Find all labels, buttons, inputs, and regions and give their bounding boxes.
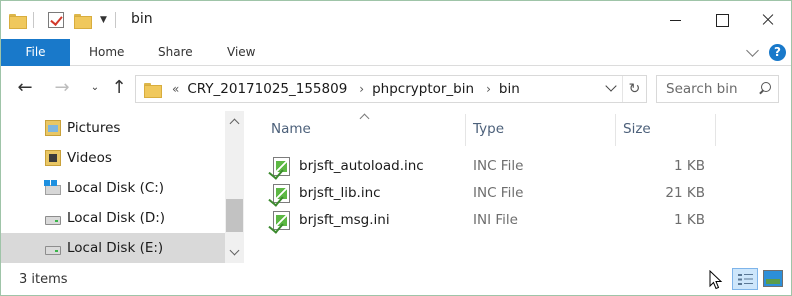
divider — [114, 12, 116, 28]
quick-access-toolbar: ▼ — [9, 10, 124, 30]
scrollbar-thumb[interactable] — [226, 199, 243, 232]
forward-button[interactable]: → — [52, 78, 72, 98]
drive-icon — [45, 216, 61, 225]
sort-ascending-icon — [359, 111, 369, 119]
nav-item-label: Pictures — [67, 120, 121, 136]
scroll-down-icon[interactable] — [225, 244, 244, 261]
tab-file[interactable]: File — [1, 39, 70, 66]
column-header-name[interactable]: Name — [271, 117, 311, 141]
windows-drive-icon — [44, 180, 61, 195]
search-box — [656, 75, 779, 103]
navigation-bar: ← → ⌄ ↑ « CRY_20171025_155809 › phpcrypt… — [1, 67, 791, 111]
ribbon-tabs: File Home Share View ? — [1, 39, 791, 66]
file-type: INC File — [473, 185, 524, 201]
file-icon — [273, 211, 290, 230]
help-button[interactable]: ? — [769, 44, 786, 61]
details-view-button[interactable] — [732, 268, 758, 290]
breadcrumb-item[interactable]: bin — [499, 81, 520, 97]
customize-toolbar-icon[interactable]: ▼ — [100, 15, 107, 25]
window-controls — [653, 1, 791, 39]
file-row[interactable]: brjsft_autoload.inc INC File 1 KB — [269, 153, 729, 180]
back-button[interactable]: ← — [15, 78, 35, 98]
navigation-pane: Pictures Videos Local Disk (C:) Local Di… — [1, 111, 244, 263]
column-divider[interactable] — [615, 114, 616, 146]
pictures-folder-icon — [45, 120, 61, 136]
folder-icon — [9, 13, 27, 29]
column-header-type[interactable]: Type — [473, 117, 504, 141]
new-folder-icon[interactable] — [74, 13, 92, 29]
file-name: brjsft_lib.inc — [299, 185, 381, 201]
tab-share[interactable]: Share — [158, 39, 193, 66]
up-button[interactable]: ↑ — [109, 78, 129, 98]
nav-item-local-disk-d[interactable]: Local Disk (D:) — [1, 203, 225, 233]
tab-home[interactable]: Home — [89, 39, 124, 66]
minimize-button[interactable] — [653, 1, 699, 39]
recent-locations-icon[interactable]: ⌄ — [85, 78, 105, 98]
scroll-up-icon[interactable] — [225, 113, 244, 130]
nav-item-label: Videos — [67, 150, 112, 166]
nav-item-local-disk-e[interactable]: Local Disk (E:) — [1, 233, 225, 263]
videos-folder-icon — [45, 150, 61, 166]
breadcrumb-item[interactable]: phpcryptor_bin — [372, 81, 474, 97]
nav-item-videos[interactable]: Videos — [1, 143, 225, 173]
search-icon[interactable] — [758, 82, 771, 95]
column-header-size[interactable]: Size — [623, 117, 651, 141]
breadcrumb-item[interactable]: CRY_20171025_155809 — [187, 81, 347, 97]
properties-icon[interactable] — [48, 12, 64, 28]
nav-item-pictures[interactable]: Pictures — [1, 113, 225, 143]
file-icon — [273, 157, 290, 176]
divider — [33, 12, 34, 28]
mouse-cursor-icon — [709, 270, 723, 290]
window-title: bin — [131, 11, 153, 27]
file-list: Name Type Size brjsft_autoload.inc INC F… — [259, 111, 791, 263]
file-row[interactable]: brjsft_msg.ini INI File 1 KB — [269, 207, 729, 234]
file-type: INC File — [473, 158, 524, 174]
chevron-right-icon[interactable]: › — [359, 82, 364, 96]
file-row[interactable]: brjsft_lib.inc INC File 21 KB — [269, 180, 729, 207]
chevron-down-icon[interactable] — [604, 81, 618, 95]
file-size: 1 KB — [674, 158, 705, 174]
file-size: 21 KB — [665, 185, 705, 201]
file-name: brjsft_autoload.inc — [299, 158, 424, 174]
file-explorer-window: ▼ bin File Home Share View ? ← → ⌄ ↑ « C… — [0, 0, 792, 296]
column-divider[interactable] — [715, 114, 716, 146]
search-input[interactable] — [657, 76, 753, 102]
large-icons-view-button[interactable] — [763, 270, 783, 287]
drive-icon — [45, 246, 61, 255]
file-name: brjsft_msg.ini — [299, 212, 390, 228]
nav-item-label: Local Disk (C:) — [67, 180, 165, 196]
title-bar: ▼ bin — [1, 1, 791, 39]
column-divider[interactable] — [465, 114, 466, 146]
nav-pane-scrollbar[interactable] — [225, 111, 244, 263]
tab-view[interactable]: View — [227, 39, 255, 66]
nav-item-local-disk-c[interactable]: Local Disk (C:) — [1, 173, 225, 203]
overflow-icon[interactable]: « — [172, 82, 179, 96]
nav-item-label: Local Disk (D:) — [67, 210, 166, 226]
maximize-button[interactable] — [699, 1, 745, 39]
status-bar: 3 items — [1, 263, 791, 295]
close-button[interactable] — [745, 1, 791, 39]
expand-ribbon-icon[interactable] — [745, 45, 759, 59]
item-count: 3 items — [19, 272, 68, 287]
chevron-right-icon[interactable]: › — [486, 82, 491, 96]
file-size: 1 KB — [674, 212, 705, 228]
file-icon — [273, 184, 290, 203]
nav-item-label: Local Disk (E:) — [67, 240, 164, 256]
address-bar[interactable]: « CRY_20171025_155809 › phpcryptor_bin ›… — [135, 75, 647, 103]
folder-icon — [144, 82, 162, 98]
file-type: INI File — [473, 212, 518, 228]
refresh-button[interactable]: ↻ — [622, 76, 646, 102]
